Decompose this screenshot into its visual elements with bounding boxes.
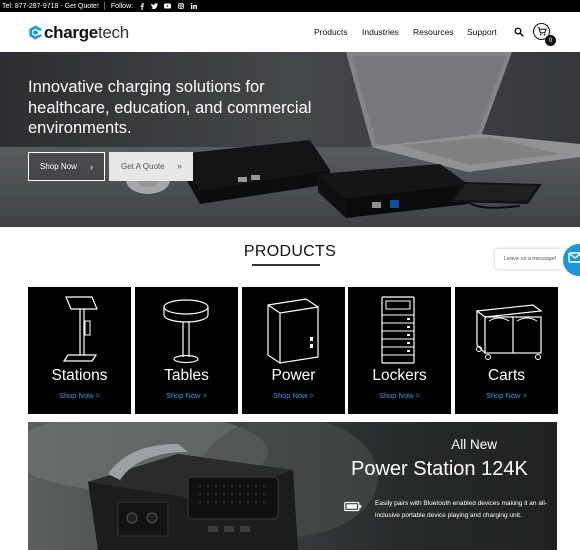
promo-description: Easily pairs with Bluetooth enabled devi…: [375, 500, 547, 519]
charging-station-icon: [62, 296, 98, 362]
charging-table-icon: [163, 299, 209, 364]
product-tile-lockers[interactable]: Lockers Shop Now >: [348, 287, 451, 414]
top-bar-divider: [103, 2, 105, 10]
youtube-icon[interactable]: [164, 3, 172, 10]
search-icon[interactable]: [514, 27, 524, 37]
linkedin-icon[interactable]: [190, 3, 197, 10]
nav-products[interactable]: Products: [314, 27, 348, 37]
product-tile-link[interactable]: Shop Now >: [348, 391, 451, 400]
hero-get-quote-label: Get A Quote: [121, 162, 165, 171]
chevron-right-icon: ›: [90, 162, 93, 172]
product-tile-name: Stations: [51, 367, 108, 384]
battery-icon: [344, 501, 362, 512]
instagram-icon[interactable]: [177, 3, 184, 10]
promo-eyebrow: All New: [451, 437, 497, 452]
product-tile-stations[interactable]: Stations Shop Now >: [28, 287, 131, 414]
nav-resources[interactable]: Resources: [413, 27, 454, 37]
promo-banner[interactable]: All New Power Station 124K Easily pairs …: [28, 422, 557, 550]
cart-icon: [537, 27, 547, 36]
locker-icon: [381, 296, 415, 364]
product-tile-name: Tables: [164, 367, 209, 384]
logo-mark-icon: [29, 24, 42, 40]
hero-shop-now-label: Shop Now: [40, 162, 77, 171]
hero-title: Innovative charging solutions for health…: [28, 78, 312, 137]
product-tile-name: Power: [271, 367, 316, 384]
social-links: [138, 2, 197, 10]
power-bank-icon: [267, 298, 319, 364]
product-tile-power[interactable]: Power Shop Now >: [242, 287, 345, 414]
product-tile-link[interactable]: Shop Now >: [28, 391, 131, 400]
nav-industries[interactable]: Industries: [362, 27, 399, 37]
double-chevron-right-icon: »: [176, 161, 182, 171]
products-heading: PRODUCTS: [243, 243, 337, 260]
logo-text: chargetech: [44, 24, 129, 41]
product-tile-name: Carts: [487, 367, 526, 384]
product-tile-link[interactable]: Shop Now >: [135, 391, 238, 400]
site-header: chargetech Products Industries Resources…: [0, 12, 580, 52]
follow-label: Follow:: [110, 2, 134, 10]
products-heading-underline: [252, 264, 320, 266]
product-tile-name: Lockers: [372, 367, 427, 384]
cart-count-badge: 0: [545, 35, 556, 46]
logo-text-bold: charge: [44, 22, 98, 42]
hero-shop-now-button[interactable]: Shop Now ›: [28, 152, 105, 181]
promo-title: Power Station 124K: [351, 458, 528, 480]
chat-message-label: Leave us a message!: [504, 256, 557, 262]
hero-banner: Innovative charging solutions for health…: [0, 52, 580, 227]
charging-cart-icon: [475, 304, 543, 360]
hero-get-quote-button[interactable]: Get A Quote »: [109, 152, 193, 181]
logo-text-light: tech: [97, 22, 129, 42]
facebook-icon[interactable]: [138, 2, 145, 10]
top-bar: Tel: 877-287-9718 - Get Quote! Follow:: [0, 0, 580, 12]
contact-text[interactable]: Tel: 877-287-9718 - Get Quote!: [2, 3, 99, 10]
nav-support[interactable]: Support: [467, 27, 497, 37]
product-tile-link[interactable]: Shop Now >: [455, 391, 558, 400]
product-tile-link[interactable]: Shop Now >: [242, 391, 345, 400]
logo[interactable]: chargetech: [28, 22, 129, 42]
product-tile-carts[interactable]: Carts Shop Now >: [455, 287, 558, 414]
chat-message-bubble[interactable]: Leave us a message!: [495, 249, 565, 269]
product-tile-tables[interactable]: Tables Shop Now >: [135, 287, 238, 414]
twitter-icon[interactable]: [151, 3, 159, 10]
mail-icon: [568, 252, 580, 263]
